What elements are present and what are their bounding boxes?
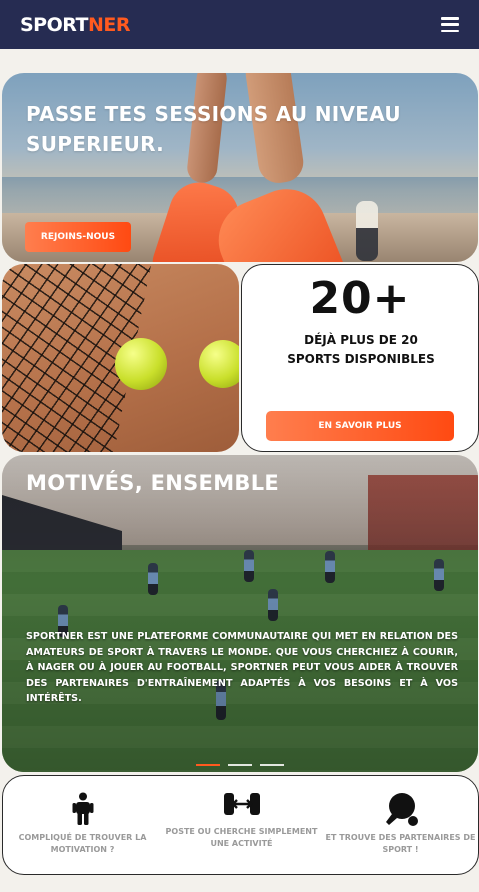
hamburger-menu-icon[interactable] (441, 17, 459, 32)
logo-text-sport: SPORT (20, 13, 89, 36)
community-carousel: MOTIVÉS, ENSEMBLE SPORTNER EST UNE PLATE… (2, 455, 478, 772)
tennis-image-card (2, 264, 239, 452)
logo-text-ner: NER (88, 13, 131, 36)
background-runner-image (356, 201, 378, 261)
learn-more-button[interactable]: EN SAVOIR PLUS (266, 411, 454, 441)
logo[interactable]: SPORTNER (20, 13, 131, 36)
feature-motivation: COMPLIQUÉ DE TROUVER LA MOTIVATION ? (3, 776, 162, 874)
features-card: COMPLIQUÉ DE TROUVER LA MOTIVATION ? POS… (2, 775, 479, 875)
hero-card: PASSE TES SESSIONS AU NIVEAU SUPERIEUR. … (2, 73, 478, 262)
feature-label: ET TROUVE DES PARTENAIRES DE SPORT ! (325, 833, 476, 854)
community-title: MOTIVÉS, ENSEMBLE (26, 471, 280, 495)
sports-count-text: DÉJÀ PLUS DE 20 SPORTS DISPONIBLES (287, 333, 435, 366)
sports-count-number: 20+ (309, 273, 411, 324)
top-navbar: SPORTNER (0, 0, 479, 49)
dumbbell-icon (223, 793, 260, 815)
menu-bar (441, 23, 459, 26)
ping-pong-icon (385, 793, 418, 826)
image-overlay (2, 455, 478, 772)
feature-partners: ET TROUVE DES PARTENAIRES DE SPORT ! (321, 776, 478, 874)
feature-activity: POSTE OU CHERCHE SIMPLEMENT UNE ACTIVITÉ (162, 776, 321, 874)
community-description: SPORTNER EST UNE PLATEFORME COMMUNAUTAIR… (26, 631, 458, 705)
carousel-dot-2[interactable] (228, 764, 252, 766)
carousel-indicators (196, 764, 284, 766)
person-icon (72, 792, 93, 825)
join-us-button[interactable]: REJOINS-NOUS (25, 222, 131, 252)
feature-label: COMPLIQUÉ DE TROUVER LA MOTIVATION ? (18, 833, 147, 854)
tennis-ball-image (199, 340, 239, 388)
hero-title: PASSE TES SESSIONS AU NIVEAU SUPERIEUR. (26, 102, 401, 156)
carousel-dot-1[interactable] (196, 764, 220, 766)
sports-count-card: 20+ DÉJÀ PLUS DE 20 SPORTS DISPONIBLES E… (241, 264, 479, 452)
menu-bar (441, 17, 459, 20)
feature-label: POSTE OU CHERCHE SIMPLEMENT UNE ACTIVITÉ (165, 827, 318, 848)
menu-bar (441, 29, 459, 32)
tennis-ball-image (115, 338, 167, 390)
carousel-dot-3[interactable] (260, 764, 284, 766)
